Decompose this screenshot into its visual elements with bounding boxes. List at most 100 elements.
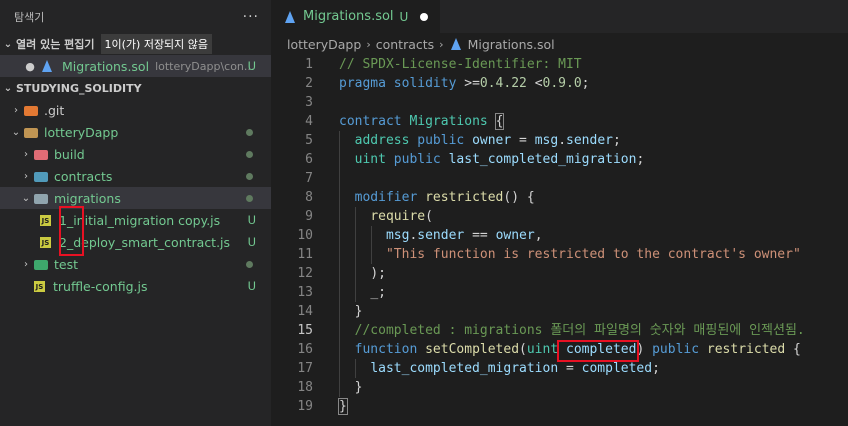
code-line: 12 ); [271, 264, 848, 283]
open-editors-section[interactable]: ⌄ 열려 있는 편집기 1이(가) 저장되지 않음 [0, 33, 271, 55]
code-line: 19} [271, 397, 848, 416]
tree-item-lotterydapp[interactable]: ⌄ lotteryDapp [0, 121, 271, 143]
highlight-box [59, 206, 84, 256]
unsaved-badge: 1이(가) 저장되지 않음 [100, 34, 213, 54]
ellipsis-icon[interactable]: ··· [243, 9, 259, 25]
chevron-right-icon: › [24, 170, 28, 182]
code-line: 5 address public owner = msg.sender; [271, 131, 848, 150]
line-number: 5 [305, 133, 313, 148]
open-editors-label: 열려 있는 편집기 [16, 38, 95, 51]
explorer-title: 탐색기 [14, 10, 45, 24]
test-folder-icon [34, 260, 48, 270]
chevron-right-icon: › [24, 258, 28, 270]
status-badge: U [247, 213, 256, 227]
line-number: 11 [297, 247, 313, 262]
line-number: 2 [305, 76, 313, 91]
build-folder-icon [34, 150, 48, 160]
code-line: 13 _; [271, 283, 848, 302]
js-file-icon: JS [40, 236, 51, 248]
tree-item-label: test [54, 256, 79, 272]
line-number: 10 [297, 228, 313, 243]
line-number: 6 [305, 152, 313, 167]
solidity-file-icon [285, 10, 295, 23]
line-number: 7 [305, 171, 313, 186]
tab-label: Migrations.sol [303, 9, 394, 24]
js-file-icon: JS [34, 280, 45, 292]
code-line: 9 require( [271, 207, 848, 226]
code-line: 6 uint public last_completed_migration; [271, 150, 848, 169]
git-folder-icon [24, 106, 38, 116]
code-line: 11 "This function is restricted to the c… [271, 245, 848, 264]
close-icon[interactable]: ● [22, 60, 38, 73]
chevron-down-icon: ⌄ [21, 192, 31, 204]
line-number: 4 [305, 114, 313, 129]
workspace-section[interactable]: ⌄ STUDYING_SOLIDITY [0, 77, 271, 99]
tree-item-contracts[interactable]: › contracts [0, 165, 271, 187]
chevron-right-icon: › [24, 148, 28, 160]
line-number: 9 [305, 209, 313, 224]
code-line: 2 pragma solidity >=0.4.22 <0.9.0; [271, 74, 848, 93]
breadcrumb-item[interactable]: contracts [376, 37, 434, 52]
breadcrumb: lotteryDapp › contracts › Migrations.sol [271, 33, 848, 55]
line-number: 12 [297, 266, 313, 281]
solidity-file-icon [42, 60, 52, 72]
modified-dot [246, 195, 253, 202]
modified-dot [246, 173, 253, 180]
chevron-down-icon: ⌄ [3, 82, 13, 94]
line-number: 15 [297, 323, 313, 338]
open-editor-filename: Migrations.sol [62, 58, 150, 74]
tree-item-initial-migration[interactable]: JS 1_initial_migration copy.js U [0, 209, 271, 231]
code-line: 8 modifier restricted() { [271, 188, 848, 207]
status-badge: U [399, 9, 409, 24]
tree-item-deploy-contract[interactable]: JS 2_deploy_smart_contract.js U [0, 231, 271, 253]
folder-icon [24, 128, 38, 138]
chevron-right-icon: › [14, 104, 18, 116]
code-line: 18 } [271, 378, 848, 397]
unsaved-dot-icon[interactable] [420, 12, 429, 21]
tree-item-label: contracts [54, 168, 113, 184]
code-line: 10 msg.sender == owner, [271, 226, 848, 245]
line-number: 17 [297, 361, 313, 376]
code-line: 1// SPDX-License-Identifier: MIT [271, 55, 848, 74]
tree-item-test[interactable]: › test [0, 253, 271, 275]
highlight-box [557, 340, 639, 362]
status-badge: U [247, 279, 256, 293]
tree-item-truffle-config[interactable]: JS truffle-config.js U [0, 275, 271, 297]
open-editor-item[interactable]: ● Migrations.sol lotteryDapp\con... U [0, 55, 271, 77]
modified-dot [246, 151, 253, 158]
editor-area: Migrations.sol U lotteryDapp › contracts… [271, 0, 848, 426]
tree-item-label: 2_deploy_smart_contract.js [59, 234, 231, 250]
breadcrumb-item[interactable]: lotteryDapp [287, 37, 361, 52]
workspace-label: STUDYING_SOLIDITY [16, 81, 142, 95]
code-line: 3 [271, 93, 848, 112]
line-number: 18 [297, 380, 313, 395]
tree-item-label: truffle-config.js [53, 278, 148, 294]
open-editor-path: lotteryDapp\con... [155, 59, 255, 73]
chevron-right-icon: › [366, 37, 371, 51]
code-line: 14 } [271, 302, 848, 321]
status-badge: U [247, 235, 256, 249]
line-number: 16 [297, 342, 313, 357]
chevron-down-icon: ⌄ [11, 126, 21, 138]
explorer-header: 탐색기 ··· [0, 0, 271, 33]
line-number: 1 [305, 57, 313, 72]
line-number: 3 [305, 95, 313, 110]
status-badge: U [247, 59, 256, 73]
tree-item-label: build [54, 146, 85, 162]
modified-dot [246, 261, 253, 268]
js-file-icon: JS [40, 214, 51, 226]
tree-item-label: .git [44, 102, 65, 118]
tab-migrations-sol[interactable]: Migrations.sol U [271, 0, 441, 33]
line-number: 13 [297, 285, 313, 300]
line-number: 14 [297, 304, 313, 319]
tree-item-build[interactable]: › build [0, 143, 271, 165]
code-line-current: 15 //completed : migrations 폴더의 파일명의 숫자와… [271, 321, 848, 340]
breadcrumb-item[interactable]: Migrations.sol [468, 37, 555, 52]
solidity-file-icon [450, 38, 461, 50]
tree-item-git[interactable]: › .git [0, 99, 271, 121]
tree-item-migrations[interactable]: ⌄ migrations [0, 187, 271, 209]
code-line: 4 contract Migrations { [271, 112, 848, 131]
chevron-down-icon: ⌄ [3, 38, 13, 50]
line-number: 8 [305, 190, 313, 205]
chevron-right-icon: › [439, 37, 444, 51]
